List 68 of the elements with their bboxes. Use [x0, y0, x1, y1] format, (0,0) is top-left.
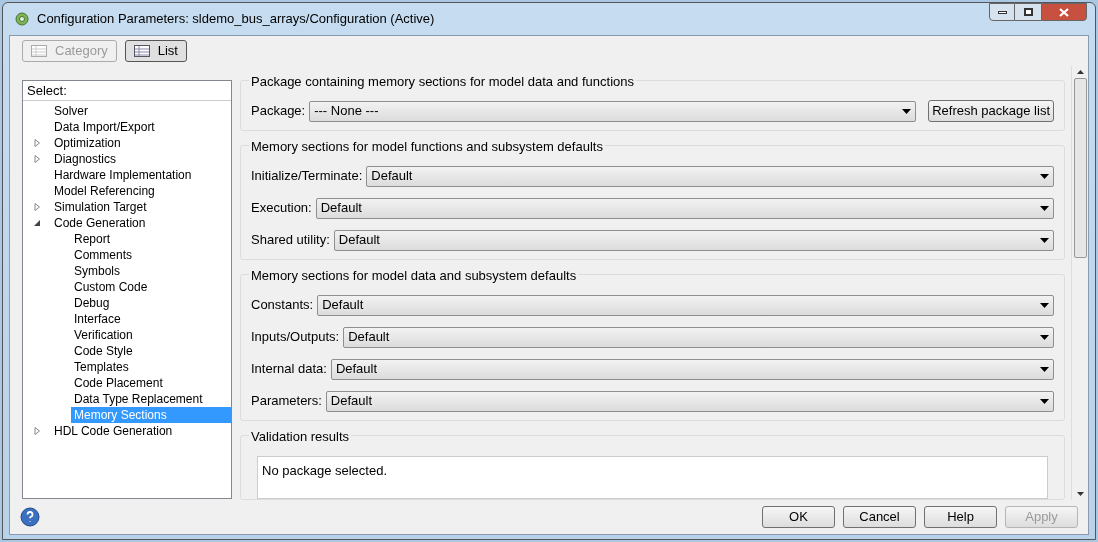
- collapsed-triangle-icon[interactable]: [33, 139, 41, 147]
- tree-item[interactable]: Diagnostics: [51, 151, 120, 167]
- dropdown[interactable]: --- None ---: [309, 100, 917, 122]
- tree-item[interactable]: Code Placement: [71, 375, 166, 391]
- caret-icon: [1040, 366, 1049, 372]
- dialog-button[interactable]: OK: [762, 506, 835, 528]
- tree-item[interactable]: Code Style: [71, 343, 136, 359]
- dialog-button[interactable]: Help: [924, 506, 997, 528]
- tree-item[interactable]: Debug: [71, 295, 113, 311]
- dropdown[interactable]: Default: [325, 390, 1054, 412]
- field-label: Initialize/Terminate:: [251, 167, 363, 186]
- dropdown[interactable]: Default: [343, 326, 1054, 348]
- dropdown[interactable]: Default: [330, 358, 1054, 380]
- validation-message: No package selected.: [262, 463, 388, 478]
- caret-icon: [902, 108, 912, 114]
- close-button[interactable]: [1041, 3, 1087, 21]
- field-label: Inputs/Outputs:: [251, 328, 340, 347]
- field-label: Parameters:: [251, 392, 322, 411]
- field-label: Package:: [251, 102, 306, 121]
- tree-item[interactable]: Custom Code: [71, 279, 151, 295]
- tree-item[interactable]: Model Referencing: [51, 183, 158, 199]
- dropdown[interactable]: Default: [317, 294, 1054, 316]
- collapsed-triangle-icon[interactable]: [33, 203, 41, 211]
- minimize-button[interactable]: [989, 3, 1015, 21]
- caret-icon: [1040, 173, 1049, 179]
- collapsed-triangle-icon[interactable]: [33, 427, 41, 435]
- scroll-up-arrow-icon[interactable]: [1076, 70, 1084, 74]
- tree-item[interactable]: Hardware Implementation: [51, 167, 195, 183]
- tree-item[interactable]: Report: [71, 231, 114, 247]
- tree-item[interactable]: Code Generation: [51, 215, 149, 231]
- dropdown[interactable]: Default: [366, 165, 1054, 187]
- field-label: Constants:: [251, 296, 314, 315]
- maximize-button[interactable]: [1015, 3, 1041, 21]
- dialog-button[interactable]: Cancel: [843, 506, 916, 528]
- tree-item[interactable]: Optimization: [51, 135, 124, 151]
- caret-icon: [1040, 398, 1049, 404]
- caret-icon: [1040, 302, 1049, 308]
- expanded-triangle-icon[interactable]: [33, 219, 41, 227]
- window-title: Configuration Parameters: sldemo_bus_arrays/Configuration (Active): [37, 10, 435, 29]
- view-toggle-button[interactable]: List: [124, 40, 187, 62]
- scroll-down-arrow-icon[interactable]: [1076, 492, 1084, 496]
- tree-header: Select:: [23, 81, 231, 101]
- tree-item[interactable]: Symbols: [71, 263, 123, 279]
- help-icon[interactable]: [20, 507, 40, 527]
- scrollbar-thumb[interactable]: [1073, 78, 1087, 258]
- tree-item[interactable]: Data Import/Export: [51, 119, 158, 135]
- list-icon: [31, 45, 47, 57]
- caret-icon: [1040, 237, 1049, 243]
- caret-icon: [1040, 205, 1049, 211]
- tree-item[interactable]: HDL Code Generation: [51, 423, 176, 439]
- tree-item[interactable]: Verification: [71, 327, 136, 343]
- refresh-button[interactable]: Refresh package list: [928, 100, 1054, 122]
- tree-item[interactable]: Interface: [71, 311, 124, 327]
- field-label: Internal data:: [251, 360, 327, 379]
- caret-icon: [1040, 334, 1049, 340]
- dropdown[interactable]: Default: [333, 229, 1054, 251]
- collapsed-triangle-icon[interactable]: [33, 155, 41, 163]
- tree-item[interactable]: Templates: [71, 359, 132, 375]
- list-icon: [133, 45, 150, 57]
- gear-icon: [15, 12, 29, 26]
- tree-item[interactable]: Simulation Target: [51, 199, 150, 215]
- tree-item[interactable]: Comments: [71, 247, 135, 263]
- field-label: Shared utility:: [251, 231, 330, 250]
- tree-item[interactable]: Solver: [51, 103, 91, 119]
- dropdown[interactable]: Default: [315, 197, 1054, 219]
- field-label: Execution:: [251, 199, 312, 218]
- close-icon: [1059, 7, 1069, 17]
- tree-item[interactable]: Data Type Replacement: [71, 391, 206, 407]
